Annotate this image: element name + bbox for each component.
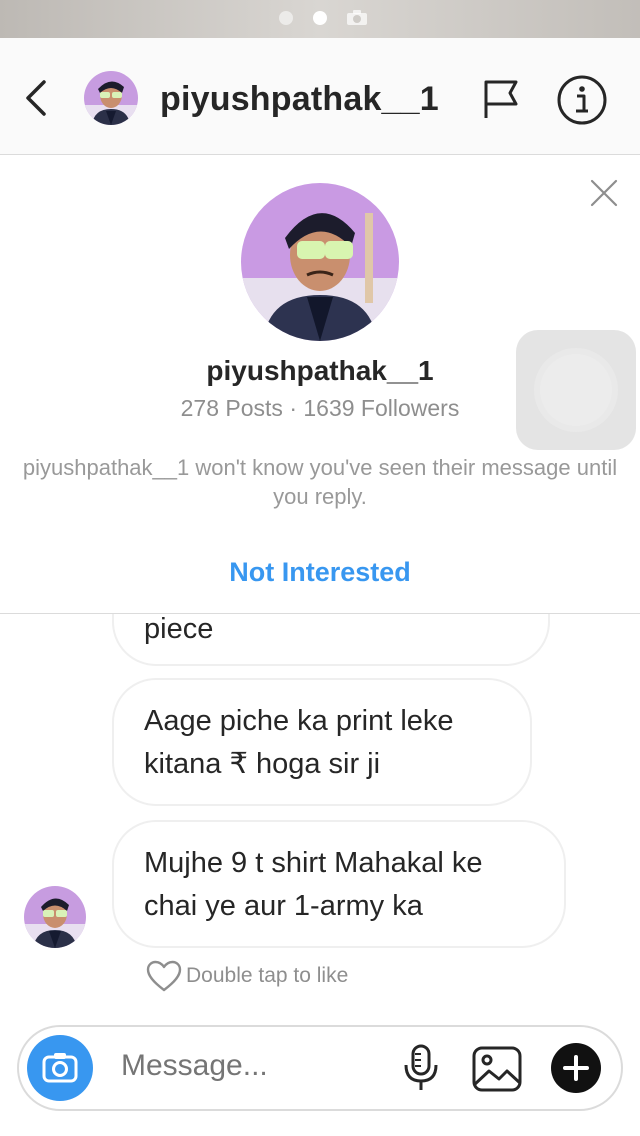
message-composer <box>17 1025 623 1111</box>
assistive-touch-ring <box>540 354 612 426</box>
microphone-icon[interactable] <box>401 1043 441 1093</box>
info-icon[interactable] <box>556 74 608 126</box>
message-thread[interactable]: piece Aage piche ka print leke kitana ₹ … <box>0 614 640 1014</box>
assistive-touch-button[interactable] <box>516 330 636 450</box>
message-bubble[interactable]: Mujhe 9 t shirt Mahakal ke chai ye aur 1… <box>112 820 566 948</box>
plus-button[interactable] <box>551 1043 601 1093</box>
sender-avatar[interactable] <box>24 886 86 948</box>
message-text-line: chai ye aur 1-army ka <box>144 890 423 922</box>
chat-header: piyushpathak__1 <box>0 38 640 155</box>
message-text-line: Aage piche ka print leke <box>144 705 454 737</box>
message-bubble[interactable]: piece <box>112 614 550 666</box>
chat-title-username[interactable]: piyushpathak__1 <box>160 80 439 119</box>
double-tap-label: Double tap to like <box>186 964 349 987</box>
message-input[interactable] <box>121 1049 381 1083</box>
not-interested-button[interactable]: Not Interested <box>0 557 640 588</box>
status-bar <box>0 0 640 38</box>
message-text: piece <box>144 614 214 645</box>
page-indicator-dot <box>279 11 293 25</box>
close-icon[interactable] <box>588 177 620 209</box>
camera-page-icon <box>347 10 367 25</box>
read-receipt-note-text: piyushpathak__1 won't know you've seen t… <box>22 455 618 509</box>
message-bubble[interactable]: Aage piche ka print leke kitana ₹ hoga s… <box>112 678 532 806</box>
camera-button[interactable] <box>27 1035 93 1101</box>
message-text-line: Mujhe 9 t shirt Mahakal ke <box>144 847 483 879</box>
read-receipt-note: piyushpathak__1 won't know you've seen t… <box>0 453 640 511</box>
profile-avatar[interactable] <box>241 183 399 341</box>
camera-icon <box>42 1053 78 1083</box>
avatar[interactable] <box>84 71 138 125</box>
plus-icon <box>563 1055 589 1081</box>
heart-icon[interactable] <box>146 960 182 992</box>
page-indicator-dot-active <box>313 11 327 25</box>
flag-icon[interactable] <box>480 78 522 120</box>
chevron-left-icon[interactable] <box>18 78 54 118</box>
message-text-line: kitana ₹ hoga sir ji <box>144 748 381 780</box>
gallery-icon[interactable] <box>471 1045 523 1093</box>
double-tap-hint: Double tap to like <box>146 959 348 993</box>
